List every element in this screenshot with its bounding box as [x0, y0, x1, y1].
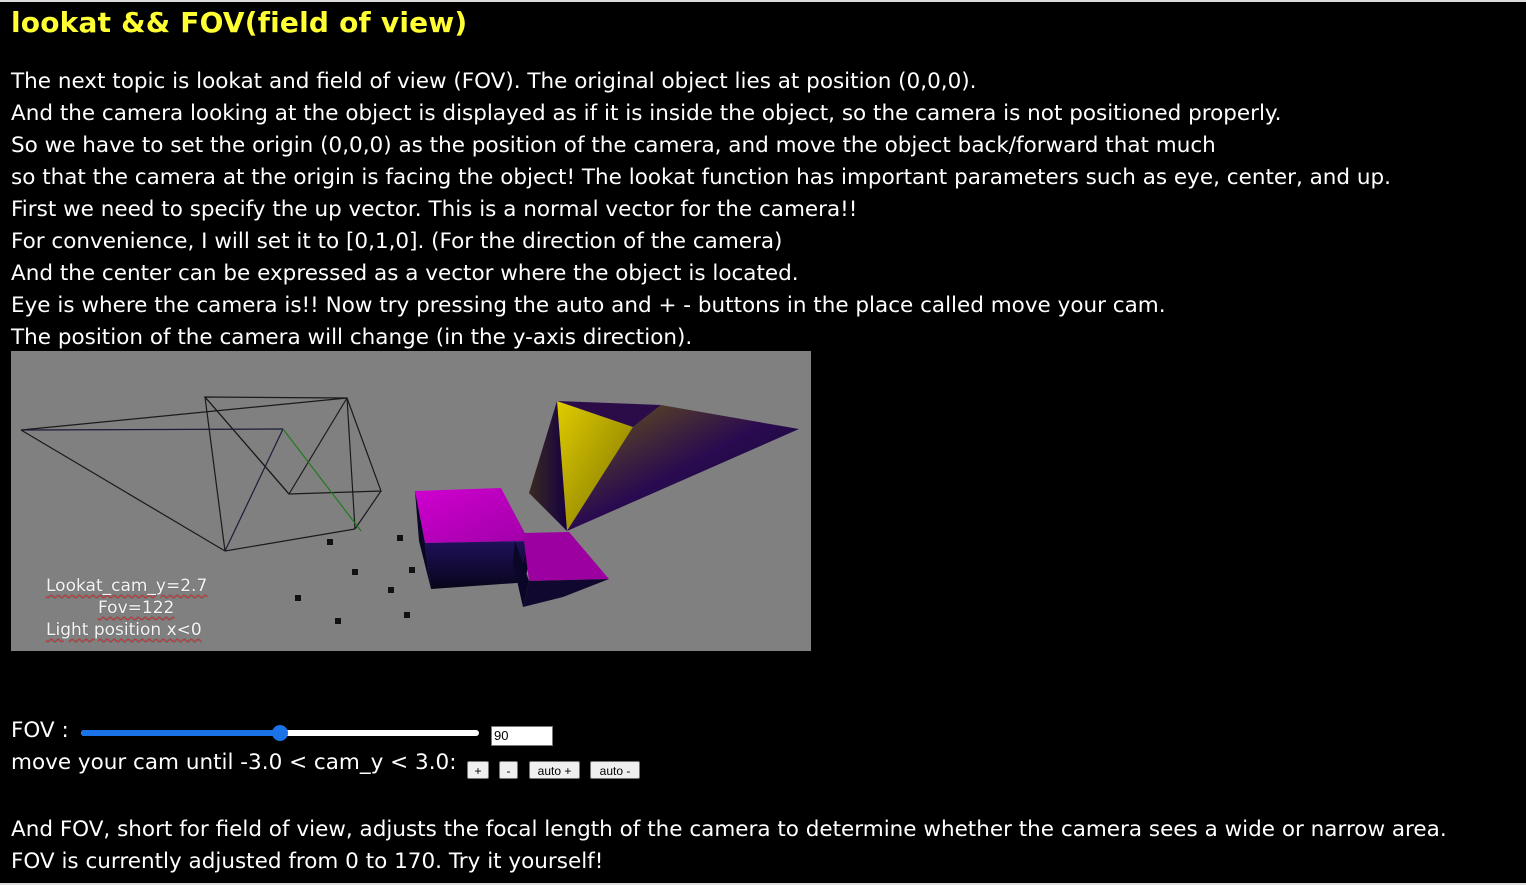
fov-slider[interactable] [81, 725, 479, 741]
intro-line: And the camera looking at the object is … [11, 101, 1282, 126]
light-particles [295, 535, 415, 624]
intro-line: The position of the camera will change (… [11, 325, 693, 350]
cam-plus-button[interactable]: + [467, 761, 489, 779]
fov-value-input[interactable]: 90 [491, 726, 553, 746]
auto-plus-button[interactable]: auto + [529, 761, 580, 779]
intro-line: And the center can be expressed as a vec… [11, 261, 799, 286]
cam-control-row: move your cam until -3.0 < cam_y < 3.0: … [11, 750, 640, 779]
webgl-canvas[interactable]: Lookat_cam_y=2.7 Fov=122 Light position … [11, 351, 811, 651]
intro-paragraph: The next topic is lookat and field of vi… [11, 66, 1391, 354]
intro-line: So we have to set the origin (0,0,0) as … [11, 133, 1216, 158]
outro-line: And FOV, short for field of view, adjust… [11, 817, 1447, 842]
cam-y-readout: Lookat_cam_y=2.7 [46, 576, 208, 596]
outro-line: FOV is currently adjusted from 0 to 170.… [11, 849, 604, 874]
intro-line: The next topic is lookat and field of vi… [11, 69, 977, 94]
wireframe-frustum [20, 396, 382, 552]
fov-slider-fill [81, 730, 280, 736]
cam-minus-button[interactable]: - [499, 761, 518, 779]
intro-line: Eye is where the camera is!! Now try pre… [11, 293, 1166, 318]
intro-line: so that the camera at the origin is faci… [11, 165, 1392, 190]
fov-readout: Fov=122 [98, 598, 175, 618]
pyramid [529, 401, 799, 531]
page-title: lookat && FOV(field of view) [11, 6, 468, 39]
cam-label: move your cam until -3.0 < cam_y < 3.0: [11, 750, 457, 775]
outro-paragraph: And FOV, short for field of view, adjust… [11, 814, 1447, 878]
intro-line: For convenience, I will set it to [0,1,0… [11, 229, 783, 254]
light-position-readout: Light position x<0 [46, 620, 202, 640]
fov-slider-thumb[interactable] [272, 725, 288, 741]
fov-label: FOV : [11, 718, 69, 743]
auto-minus-button[interactable]: auto - [590, 761, 640, 779]
fov-control-row: FOV : 90 [11, 718, 553, 746]
intro-line: First we need to specify the up vector. … [11, 197, 858, 222]
